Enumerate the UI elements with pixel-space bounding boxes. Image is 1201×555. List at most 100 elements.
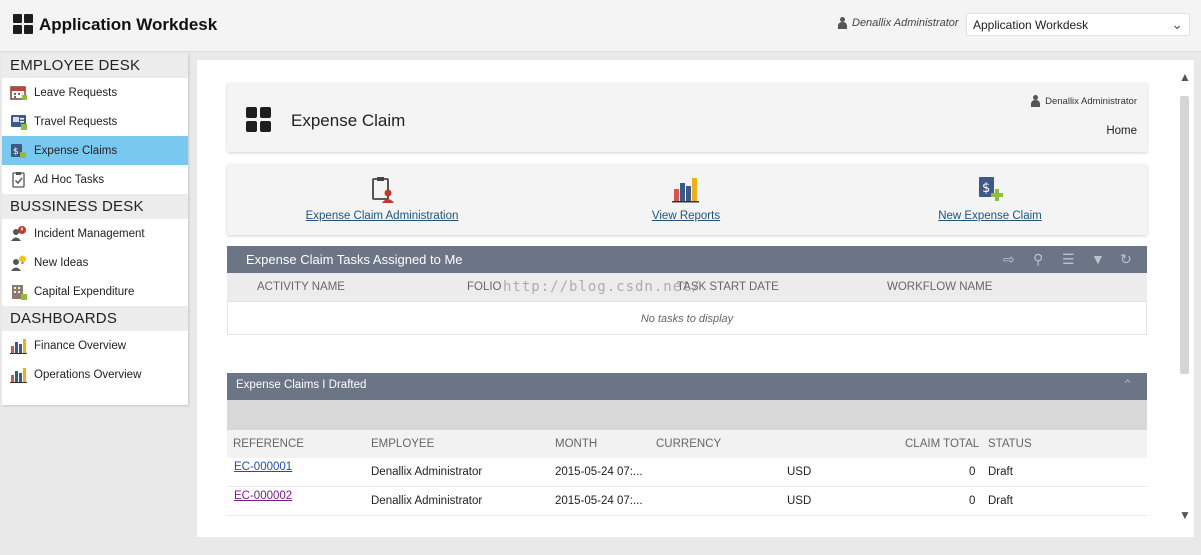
current-user: Denallix Administrator [837,17,959,29]
drafts-column-headers: REFERENCE EMPLOYEE MONTH CURRENCY CLAIM … [227,430,1147,458]
application-selector[interactable]: Application Workdesk ⌄ [966,13,1190,36]
currency-cell: USD [787,495,812,507]
sidebar-item-label: Leave Requests [34,86,118,99]
tasks-grid-title: Expense Claim Tasks Assigned to Me [246,252,463,267]
sidebar-item-new-ideas[interactable]: New Ideas [2,248,188,277]
claim-total-cell: 0 [969,466,976,478]
action-label: View Reports [651,210,721,222]
svg-text:$: $ [13,147,19,157]
status-cell: Draft [988,495,1013,507]
claim-admin-icon [367,174,397,204]
bar-chart-icon [10,337,27,354]
sidebar-item-travel-requests[interactable]: Travel Requests [2,107,188,136]
sidebar-item-label: New Ideas [34,256,89,269]
bar-chart-icon [10,366,27,383]
table-row[interactable]: EC-000002 Denallix Administrator 2015-05… [227,487,1147,516]
column-header[interactable]: EMPLOYEE [371,438,434,450]
action-new-expense-claim[interactable]: $ New Expense Claim [890,174,1090,222]
sidebar-item-label: Capital Expenditure [34,285,135,298]
column-header[interactable]: FOLIO [467,281,502,293]
sidebar-item-label: Operations Overview [34,368,142,381]
action-label: New Expense Claim [938,210,1042,222]
new-claim-icon: $ [975,174,1005,204]
employee-cell: Denallix Administrator [371,495,483,507]
idea-icon [10,254,27,271]
column-header[interactable]: ACTIVITY NAME [257,281,345,293]
page-header: Expense Claim Denallix Administrator Hom… [227,83,1147,152]
action-label: Expense Claim Administration [305,210,459,222]
calendar-icon [10,84,27,101]
application-selector-value: Application Workdesk [973,18,1089,32]
drafts-grid-header: Expense Claims I Drafted ⌃ [227,373,1147,400]
bar-chart-icon [671,174,701,204]
sidebar-item-operations-overview[interactable]: Operations Overview [2,360,188,389]
month-cell: 2015-05-24 07:... [555,495,643,507]
sidebar-item-label: Incident Management [34,227,145,240]
chevron-up-icon[interactable]: ⌃ [1122,377,1133,393]
user-icon [1030,95,1041,107]
table-row[interactable]: EC-000001 Denallix Administrator 2015-05… [227,458,1147,487]
building-icon [10,283,27,300]
chevron-down-icon: ⌄ [1171,16,1183,32]
currency-cell: USD [787,466,812,478]
top-bar: Application Workdesk Denallix Administra… [0,0,1201,52]
header-user-name: Denallix Administrator [1045,95,1137,107]
sidebar-item-label: Ad Hoc Tasks [34,173,105,186]
watermark: http://blog.csdn.net/ [503,279,702,295]
reference-link[interactable]: EC-000002 [234,490,292,502]
vertical-scrollbar[interactable]: ▲ ▼ [1176,60,1194,537]
section-title-dashboards: DASHBOARDS [2,306,188,331]
claim-total-cell: 0 [969,495,976,507]
sidebar: EMPLOYEE DESK Leave Requests Travel Requ… [2,53,188,405]
column-header[interactable]: CLAIM TOTAL [905,438,979,450]
sidebar-item-label: Finance Overview [34,339,127,352]
app-logo-icon [13,14,33,34]
filter-icon[interactable]: ▼ [1091,251,1107,267]
sidebar-item-leave-requests[interactable]: Leave Requests [2,78,188,107]
actions-bar: Expense Claim Administration View Report… [227,164,1147,235]
sidebar-item-capital-expenditure[interactable]: Capital Expenditure [2,277,188,306]
sidebar-item-ad-hoc-tasks[interactable]: Ad Hoc Tasks [2,165,188,194]
status-cell: Draft [988,466,1013,478]
user-icon [837,17,848,29]
sidebar-item-label: Expense Claims [34,144,118,157]
header-user: Denallix Administrator [1030,95,1137,107]
section-title-business-desk: BUSSINESS DESK [2,194,188,219]
page-title: Expense Claim [291,111,406,130]
current-user-name: Denallix Administrator [852,17,959,29]
scroll-up-icon[interactable]: ▲ [1179,70,1191,84]
sidebar-item-label: Travel Requests [34,115,118,128]
export-icon[interactable]: ⇨ [1003,251,1019,267]
reference-link[interactable]: EC-000001 [234,461,292,473]
travel-icon [10,113,27,130]
employee-cell: Denallix Administrator [371,466,483,478]
list-icon[interactable]: ☰ [1062,251,1078,267]
incident-icon [10,225,27,242]
refresh-icon[interactable]: ↻ [1120,251,1136,267]
drafts-filter-bar [227,400,1147,430]
tasks-empty-message: No tasks to display [227,301,1147,335]
page-logo-icon [246,107,272,133]
action-view-reports[interactable]: View Reports [586,174,786,222]
app-title: Application Workdesk [39,15,218,34]
home-link[interactable]: Home [1106,125,1137,137]
column-header[interactable]: REFERENCE [233,438,304,450]
scroll-down-icon[interactable]: ▼ [1179,508,1191,522]
column-header[interactable]: WORKFLOW NAME [887,281,992,293]
clipboard-check-icon [10,171,27,188]
tasks-grid-header: Expense Claim Tasks Assigned to Me ⇨ ⚲ ☰… [227,246,1147,273]
search-icon[interactable]: ⚲ [1033,251,1049,267]
section-title-employee-desk: EMPLOYEE DESK [2,53,188,78]
column-header[interactable]: STATUS [988,438,1032,450]
column-header[interactable]: CURRENCY [656,438,721,450]
sidebar-item-incident-management[interactable]: Incident Management [2,219,188,248]
sidebar-item-expense-claims[interactable]: $ Expense Claims [2,136,188,165]
svg-text:$: $ [982,181,990,196]
action-expense-claim-administration[interactable]: Expense Claim Administration [282,174,482,222]
column-header[interactable]: MONTH [555,438,597,450]
drafts-grid-title: Expense Claims I Drafted [236,379,367,391]
expense-icon: $ [10,142,27,159]
scrollbar-thumb[interactable] [1180,96,1189,374]
month-cell: 2015-05-24 07:... [555,466,643,478]
sidebar-item-finance-overview[interactable]: Finance Overview [2,331,188,360]
